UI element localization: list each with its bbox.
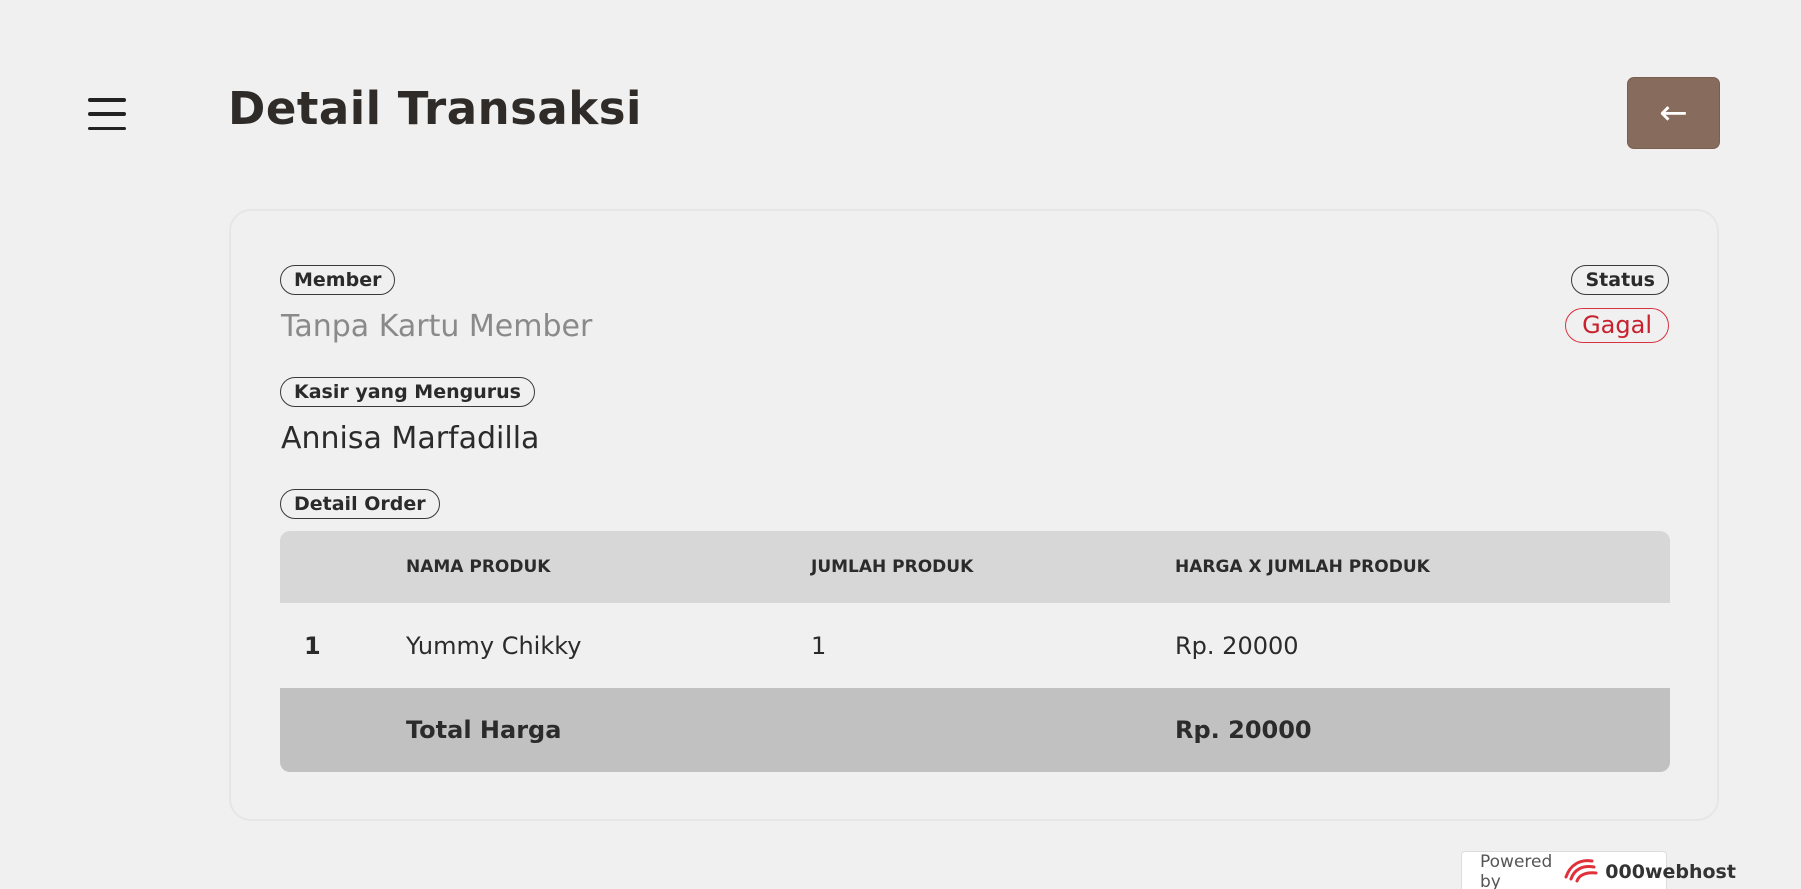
back-button[interactable]: ← [1627, 77, 1720, 149]
member-value: Tanpa Kartu Member [281, 309, 593, 344]
detail-order-label: Detail Order [280, 489, 440, 519]
table-row: 1 Yummy Chikky 1 Rp. 20000 [280, 603, 1670, 688]
page: Detail Transaksi ← Member Tanpa Kartu Me… [0, 0, 1801, 889]
row-number: 1 [304, 631, 321, 660]
kasir-label: Kasir yang Mengurus [280, 377, 535, 407]
table-total-row: Total Harga Rp. 20000 [280, 688, 1670, 772]
order-table: NAMA PRODUK JUMLAH PRODUK HARGA X JUMLAH… [280, 531, 1670, 772]
webhost-logo-icon [1562, 855, 1600, 888]
product-subtotal: Rp. 20000 [1175, 631, 1299, 660]
column-header-harga: HARGA X JUMLAH PRODUK [1175, 557, 1430, 577]
product-name: Yummy Chikky [406, 631, 582, 660]
product-quantity: 1 [811, 631, 827, 660]
page-title: Detail Transaksi [228, 82, 642, 135]
table-header: NAMA PRODUK JUMLAH PRODUK HARGA X JUMLAH… [280, 531, 1670, 603]
status-label: Status [1571, 265, 1669, 295]
total-value: Rp. 20000 [1175, 716, 1312, 744]
transaction-card: Member Tanpa Kartu Member Status Gagal K… [229, 209, 1719, 821]
powered-by-text: Powered by [1480, 851, 1553, 889]
status-badge: Gagal [1565, 308, 1669, 343]
arrow-left-icon: ← [1659, 93, 1688, 133]
column-header-nama-produk: NAMA PRODUK [406, 557, 551, 577]
powered-by-badge[interactable]: Powered by 000webhost [1461, 851, 1736, 889]
hamburger-menu-icon[interactable] [88, 98, 128, 130]
member-label: Member [280, 265, 396, 295]
kasir-value: Annisa Marfadilla [281, 421, 540, 456]
brand-name: 000webhost [1605, 860, 1736, 883]
total-label: Total Harga [406, 716, 562, 744]
column-header-jumlah-produk: JUMLAH PRODUK [811, 557, 974, 577]
